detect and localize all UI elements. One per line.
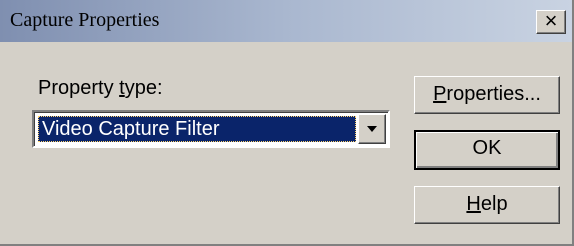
help-button[interactable]: Help [414,186,560,224]
ok-button[interactable]: OK [414,130,560,170]
close-button[interactable]: × [536,10,566,34]
properties-label: roperties... [446,83,541,105]
property-type-label: Property type: [38,77,163,100]
help-mnemonic: H [466,193,481,215]
properties-button[interactable]: Properties... [414,76,560,114]
chevron-down-icon [367,126,377,132]
dropdown-button[interactable] [358,114,386,144]
window-title: Capture Properties [10,9,160,31]
label-prefix: Property [38,77,120,99]
property-type-select[interactable]: Video Capture Filter [32,110,390,148]
close-icon: × [544,8,558,33]
label-suffix: ype: [124,77,163,99]
capture-properties-dialog: Capture Properties × Property type: Vide… [0,0,574,246]
help-label: elp [480,193,508,215]
selected-property-type[interactable]: Video Capture Filter [38,116,356,142]
title-bar[interactable]: Capture Properties × [0,0,572,42]
properties-mnemonic: P [433,83,447,105]
ok-label: OK [472,137,502,159]
